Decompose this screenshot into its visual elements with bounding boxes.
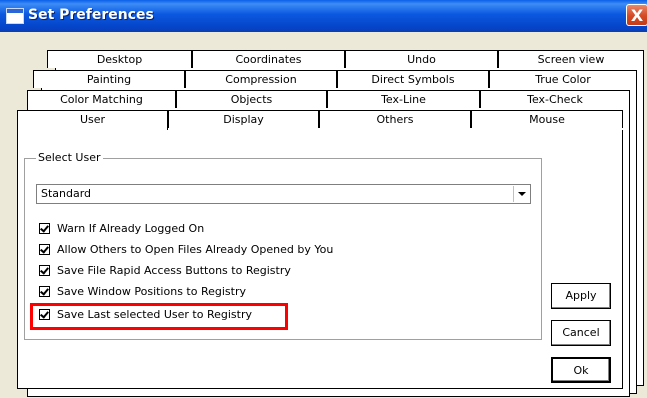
tab-objects[interactable]: Objects	[176, 90, 327, 108]
apply-button[interactable]: Apply	[551, 283, 611, 309]
checkbox-checked-icon[interactable]	[39, 286, 50, 297]
set-preferences-dialog: Set Preferences X Desktop Coordinates Un…	[0, 0, 647, 398]
title-bar[interactable]: Set Preferences X	[0, 0, 647, 32]
user-select-value: Standard	[41, 187, 92, 200]
checkbox-label: Allow Others to Open Files Already Opene…	[57, 243, 334, 256]
cancel-button[interactable]: Cancel	[551, 320, 611, 346]
window-icon	[6, 8, 24, 24]
tab-color-matching[interactable]: Color Matching	[27, 90, 176, 108]
checkbox-label: Save File Rapid Access Buttons to Regist…	[57, 264, 291, 277]
tab-tex-check[interactable]: Tex-Check	[480, 90, 630, 108]
tab-coordinates[interactable]: Coordinates	[192, 50, 345, 68]
checkbox-checked-icon[interactable]	[39, 223, 50, 234]
tab-tex-line[interactable]: Tex-Line	[327, 90, 480, 108]
close-button[interactable]: X	[626, 4, 647, 26]
tab-true-color[interactable]: True Color	[489, 70, 637, 88]
highlight-box	[30, 303, 288, 330]
tab-painting[interactable]: Painting	[33, 70, 185, 88]
tab-undo[interactable]: Undo	[345, 50, 498, 68]
chevron-down-icon[interactable]	[513, 186, 529, 202]
window-title: Set Preferences	[28, 7, 154, 23]
tab-display[interactable]: Display	[168, 110, 319, 128]
tab-screen-view[interactable]: Screen view	[498, 50, 644, 68]
tab-others[interactable]: Others	[319, 110, 471, 128]
checkbox-checked-icon[interactable]	[39, 244, 50, 255]
tab-mouse[interactable]: Mouse	[471, 110, 623, 128]
checkbox-label: Save Window Positions to Registry	[57, 285, 246, 298]
tab-user[interactable]: User	[17, 110, 168, 130]
checkbox-label: Warn If Already Logged On	[57, 222, 205, 235]
user-select[interactable]: Standard	[36, 184, 531, 204]
tab-compression[interactable]: Compression	[185, 70, 337, 88]
select-user-label: Select User	[36, 151, 103, 164]
checkbox-checked-icon[interactable]	[39, 265, 50, 276]
ok-button[interactable]: Ok	[551, 357, 611, 383]
tab-direct-symbols[interactable]: Direct Symbols	[337, 70, 489, 88]
tab-desktop[interactable]: Desktop	[47, 50, 192, 68]
